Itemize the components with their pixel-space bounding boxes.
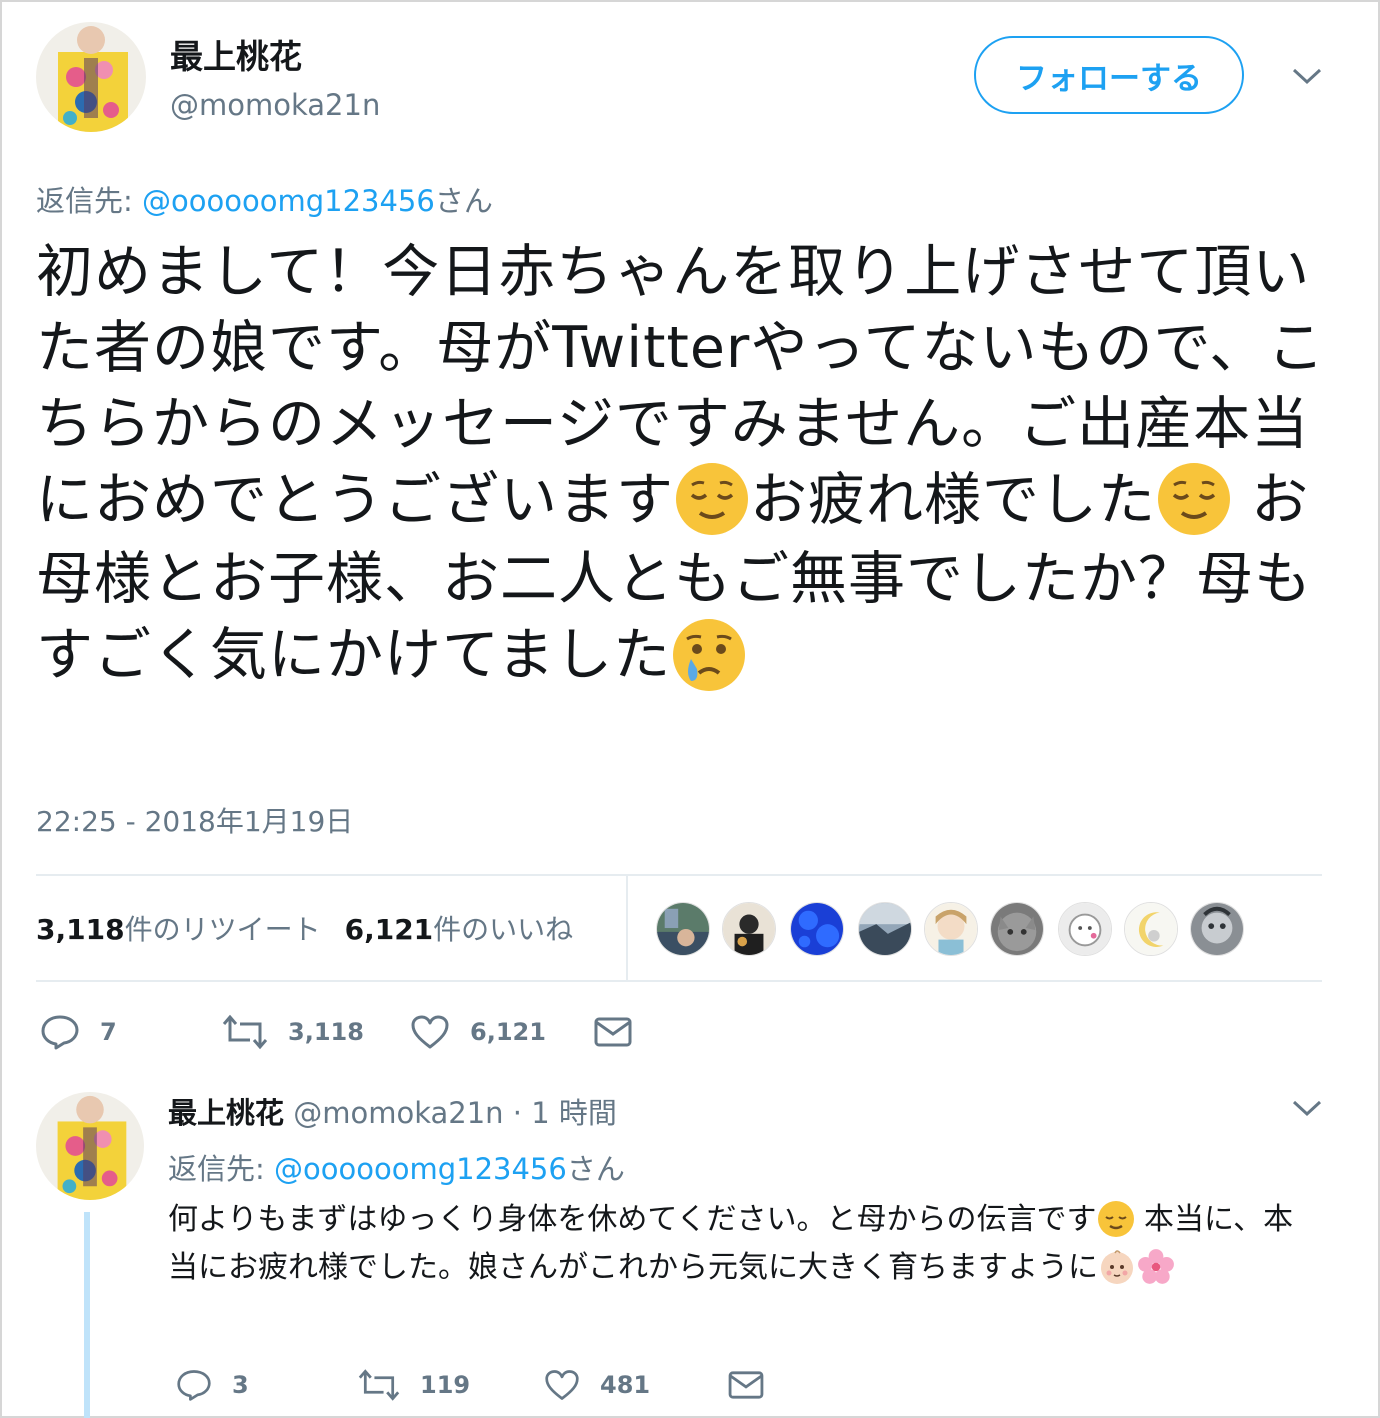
retweet-count: 3,118 (288, 1018, 364, 1046)
reply-to-line: 返信先: @oooooomg123456さん (36, 178, 493, 220)
display-name[interactable]: 最上桃花 (170, 30, 302, 78)
retweet-button[interactable]: 3,118 (222, 1014, 364, 1050)
reply-tweet-retweet-button[interactable]: 119 (358, 1368, 470, 1402)
relieved-face-emoji-icon (1097, 1200, 1135, 1238)
heart-icon (545, 1370, 579, 1400)
reply-header: 最上桃花 @momoka21n · 1 時間 (168, 1090, 617, 1132)
reply-button[interactable]: 7 (40, 1014, 117, 1050)
reply-display-name[interactable]: 最上桃花 (168, 1096, 284, 1130)
reply-time[interactable]: · 1 時間 (504, 1096, 617, 1130)
tweet-timestamp[interactable]: 22:25 - 2018年1月19日 (36, 800, 353, 840)
liker-avatar[interactable] (790, 902, 844, 956)
baby-face-emoji-icon (1098, 1248, 1136, 1286)
retweet-count-stat[interactable]: 3,118 (36, 913, 125, 946)
avatar-image (36, 22, 146, 132)
reply-to-prefix: 返信先: (36, 184, 142, 218)
heart-icon (411, 1015, 449, 1049)
reply-tweet-reply-count: 3 (232, 1371, 249, 1399)
relieved-face-emoji-icon (674, 461, 750, 537)
envelope-icon (728, 1371, 764, 1399)
reply-reply-to-line: 返信先: @oooooomg123456さん (168, 1146, 625, 1188)
reply-tweet-dm-button[interactable] (728, 1370, 764, 1400)
reply-to-mention[interactable]: @oooooomg123456 (274, 1152, 567, 1186)
envelope-icon (594, 1017, 632, 1047)
reply-to-prefix: 返信先: (168, 1152, 274, 1186)
divider-bottom (36, 980, 1322, 982)
tweet-text: 初めまして！今日赤ちゃんを取り上げさせて頂いた者の娘です。母がTwitterやっ… (36, 234, 1336, 697)
liker-avatar[interactable] (656, 902, 710, 956)
retweet-icon (358, 1369, 400, 1401)
cherry-blossom-emoji-icon (1136, 1247, 1176, 1287)
liker-avatar[interactable] (722, 902, 776, 956)
reply-count: 7 (100, 1018, 117, 1046)
reply-user-avatar[interactable] (36, 1092, 144, 1200)
liker-avatar[interactable] (1058, 902, 1112, 956)
user-avatar[interactable] (36, 22, 146, 132)
liker-avatar[interactable] (924, 902, 978, 956)
reply-tweet-like-button[interactable]: 481 (544, 1368, 650, 1402)
follow-button[interactable]: フォローする (974, 36, 1244, 114)
reply-text-part1: 何よりもまずはゆっくり身体を休めてください。と母からの伝言です (168, 1202, 1097, 1237)
divider-top (36, 874, 1322, 876)
liker-avatar[interactable] (990, 902, 1044, 956)
reply-tweet-reply-button[interactable]: 3 (176, 1368, 249, 1402)
reply-to-mention[interactable]: @oooooomg123456 (142, 184, 435, 218)
relieved-face-emoji-icon (1156, 461, 1232, 537)
direct-message-button[interactable] (594, 1016, 632, 1048)
avatar-image (36, 1092, 144, 1200)
retweet-icon (222, 1014, 268, 1050)
liker-avatar[interactable] (1124, 902, 1178, 956)
tweet-stats: 3,118件のリツイート 6,121件のいいね (36, 908, 573, 948)
reply-handle[interactable]: @momoka21n (293, 1096, 503, 1130)
crying-face-emoji-icon (671, 617, 747, 693)
like-count: 6,121 (470, 1018, 546, 1046)
user-handle[interactable]: @momoka21n (170, 88, 380, 122)
like-button[interactable]: 6,121 (410, 1014, 546, 1050)
liker-avatar[interactable] (858, 902, 912, 956)
thread-connector (84, 1212, 90, 1418)
reply-tweet-text: 何よりもまずはゆっくり身体を休めてください。と母からの伝言です 本当に、本当にお… (168, 1196, 1318, 1292)
liker-avatar[interactable] (1190, 902, 1244, 956)
reply-tweet-retweet-count: 119 (420, 1371, 471, 1399)
reply-to-suffix: さん (434, 184, 493, 218)
retweet-count-label[interactable]: 件のリツイート (125, 913, 321, 946)
chevron-down-icon[interactable] (1290, 1096, 1324, 1120)
like-count-label[interactable]: 件のいいね (433, 913, 573, 946)
tweet-text-part2: お疲れ様でした (750, 467, 1156, 533)
like-count-stat[interactable]: 6,121 (345, 913, 434, 946)
reply-to-suffix: さん (566, 1152, 625, 1186)
stats-separator (626, 876, 628, 980)
chevron-down-icon[interactable] (1290, 64, 1324, 88)
reply-tweet-like-count: 481 (600, 1371, 651, 1399)
reply-icon (41, 1015, 79, 1050)
reply-icon (177, 1370, 211, 1401)
